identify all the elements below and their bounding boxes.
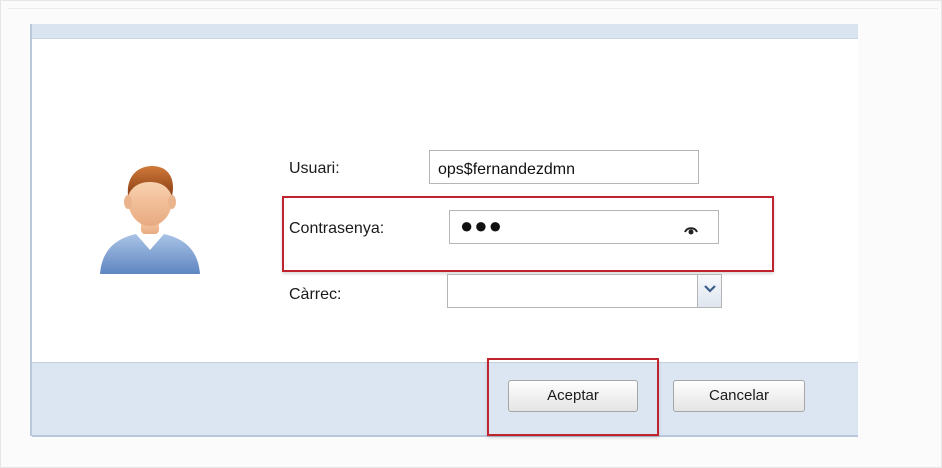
cancel-button[interactable]: Cancelar bbox=[673, 380, 805, 412]
accept-highlight bbox=[487, 358, 659, 436]
frame-divider bbox=[8, 8, 938, 9]
password-highlight bbox=[282, 196, 774, 272]
dialog-header bbox=[32, 24, 858, 39]
role-dropdown-button[interactable] bbox=[697, 275, 721, 307]
chevron-down-icon bbox=[704, 285, 716, 293]
role-label: Càrrec: bbox=[289, 286, 342, 303]
user-avatar-icon bbox=[100, 166, 200, 274]
username-value: ops$fernandezdmn bbox=[438, 161, 575, 178]
username-input[interactable]: ops$fernandezdmn bbox=[429, 150, 699, 184]
username-label: Usuari: bbox=[289, 160, 340, 177]
role-select[interactable] bbox=[447, 274, 722, 308]
login-dialog: Usuari: ops$fernandezdmn Contrasenya: ●●… bbox=[30, 24, 858, 437]
